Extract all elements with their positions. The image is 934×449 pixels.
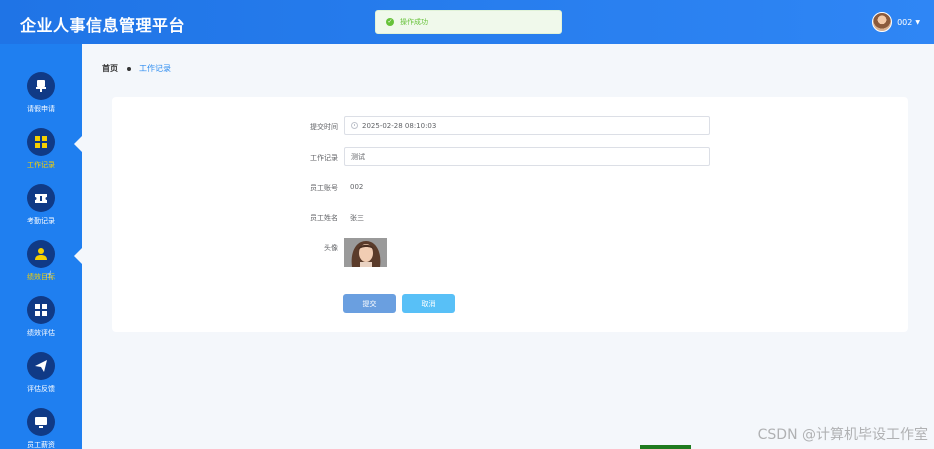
sidebar-item-label: 工作记录	[27, 161, 55, 169]
watermark: CSDN @计算机毕设工作室	[757, 427, 928, 443]
user-menu[interactable]: 002 ▼	[872, 12, 920, 32]
user-avatar[interactable]	[872, 12, 893, 32]
work-record-field[interactable]: 测试	[344, 147, 710, 166]
sidebar-item-label: 评估反馈	[27, 385, 55, 393]
submit-time-field[interactable]: 2025-02-28 08:10:03	[344, 116, 710, 135]
sidebar-item-performance-eval[interactable]: 绩效评估	[0, 296, 82, 352]
sidebar-item-work-record[interactable]: 工作记录	[0, 128, 82, 184]
hover-indicator	[74, 248, 82, 264]
toast-message: 操作成功	[400, 18, 428, 26]
sidebar-item-label: 考勤记录	[27, 217, 55, 225]
grid-icon	[27, 296, 55, 324]
send-icon	[27, 352, 55, 380]
cancel-button[interactable]: 取消	[402, 294, 455, 313]
sidebar-item-eval-feedback[interactable]: 评估反馈	[0, 352, 82, 408]
grid-icon	[27, 128, 55, 156]
employee-name-label: 员工姓名	[310, 214, 338, 222]
avatar-image[interactable]	[344, 238, 387, 267]
user-name[interactable]: 002	[897, 18, 912, 27]
sidebar-item-performance-goal[interactable]: 绩效目标 ☝	[0, 240, 82, 296]
monitor-icon	[27, 408, 55, 436]
submit-button[interactable]: 提交	[343, 294, 396, 313]
form-card: 提交时间 2025-02-28 08:10:03 工作记录 测试 员工账号 00…	[112, 97, 908, 332]
employee-no-label: 员工账号	[310, 184, 338, 192]
sidebar-item-label: 绩效评估	[27, 329, 55, 337]
sidebar-item-attendance[interactable]: 考勤记录	[0, 184, 82, 240]
active-indicator	[74, 136, 82, 152]
success-toast: ✓ 操作成功	[375, 10, 562, 34]
taskbar-fragment	[640, 445, 691, 449]
sidebar-item-label: 员工薪资	[27, 441, 55, 449]
breadcrumb-home[interactable]: 首页	[102, 63, 118, 74]
breadcrumb: 首页 工作记录	[102, 63, 171, 74]
sidebar: 请假申请 工作记录 考勤记录 绩效目标 ☝ 绩效评估 评估反馈 员工薪资	[0, 44, 82, 449]
submit-time-label: 提交时间	[310, 123, 338, 131]
check-circle-icon: ✓	[386, 18, 394, 26]
hand-cursor-icon: ☝	[46, 270, 53, 281]
user-icon	[27, 240, 55, 268]
sidebar-item-label: 请假申请	[27, 105, 55, 113]
avatar-label: 头像	[324, 244, 338, 252]
employee-no-value: 002	[350, 183, 364, 191]
sidebar-item-label: 绩效目标	[27, 273, 55, 281]
clock-icon	[351, 122, 358, 129]
stamp-icon	[27, 72, 55, 100]
chevron-down-icon[interactable]: ▼	[915, 19, 920, 26]
top-bar: 企业人事信息管理平台 ✓ 操作成功 002 ▼	[0, 0, 934, 44]
ticket-icon	[27, 184, 55, 212]
app-title: 企业人事信息管理平台	[20, 16, 186, 35]
breadcrumb-current: 工作记录	[139, 64, 171, 73]
sidebar-item-leave-request[interactable]: 请假申请	[0, 72, 82, 128]
work-record-value: 测试	[351, 152, 365, 161]
submit-time-value: 2025-02-28 08:10:03	[362, 121, 437, 130]
employee-name-value: 张三	[350, 214, 364, 222]
work-record-label: 工作记录	[310, 154, 338, 162]
sidebar-item-salary[interactable]: 员工薪资	[0, 408, 82, 449]
breadcrumb-separator	[127, 66, 131, 71]
